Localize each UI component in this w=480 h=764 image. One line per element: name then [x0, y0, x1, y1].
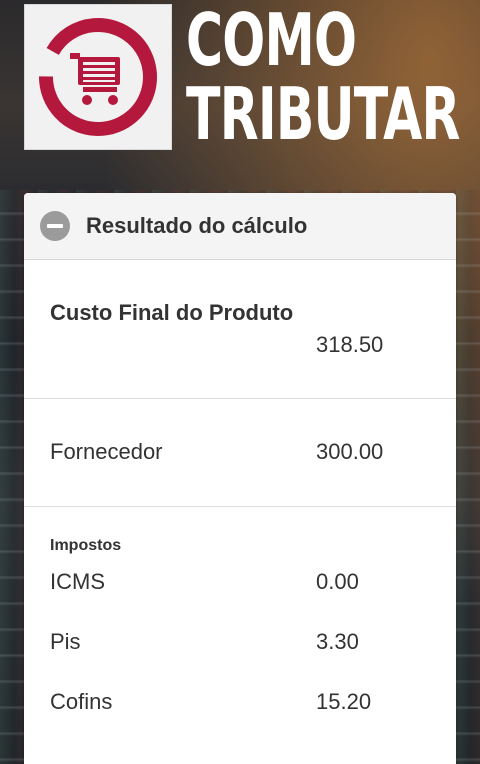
tax-value-icms: 0.00: [316, 569, 359, 594]
tax-value-pis: 3.30: [316, 629, 359, 654]
shopping-cart-icon: [39, 18, 157, 136]
supplier-value: 300.00: [316, 439, 384, 464]
app-screen: COMO TRIBUTAR Resultado do cálculo Custo…: [0, 0, 480, 764]
header: COMO TRIBUTAR: [0, 0, 480, 190]
supplier-label: Fornecedor: [50, 439, 163, 464]
brand-title: COMO TRIBUTAR: [186, 0, 480, 150]
result-card: Resultado do cálculo Custo Final do Prod…: [24, 193, 456, 764]
minus-circle-icon[interactable]: [40, 211, 70, 241]
logo: [24, 4, 172, 150]
tax-value-cofins: 15.20: [316, 689, 372, 714]
brand-line-2: TRIBUTAR: [186, 72, 460, 156]
brand-line-1: COMO: [186, 0, 357, 82]
tax-label-cofins: Cofins: [50, 689, 113, 714]
result-title: Resultado do cálculo: [86, 213, 308, 238]
final-cost-value: 318.50: [316, 332, 384, 357]
final-cost-label: Custo Final do Produto: [50, 300, 294, 325]
result-card-header[interactable]: Resultado do cálculo: [24, 193, 456, 260]
taxes-heading: Impostos: [50, 537, 122, 554]
tax-label-pis: Pis: [50, 629, 81, 654]
supplier-section: Fornecedor 300.00: [24, 399, 456, 507]
final-cost-section: Custo Final do Produto 318.50: [24, 260, 456, 399]
taxes-section: Impostos ICMS 0.00 Pis 3.30 Cofins 15.20: [24, 507, 456, 764]
tax-label-icms: ICMS: [50, 569, 105, 594]
